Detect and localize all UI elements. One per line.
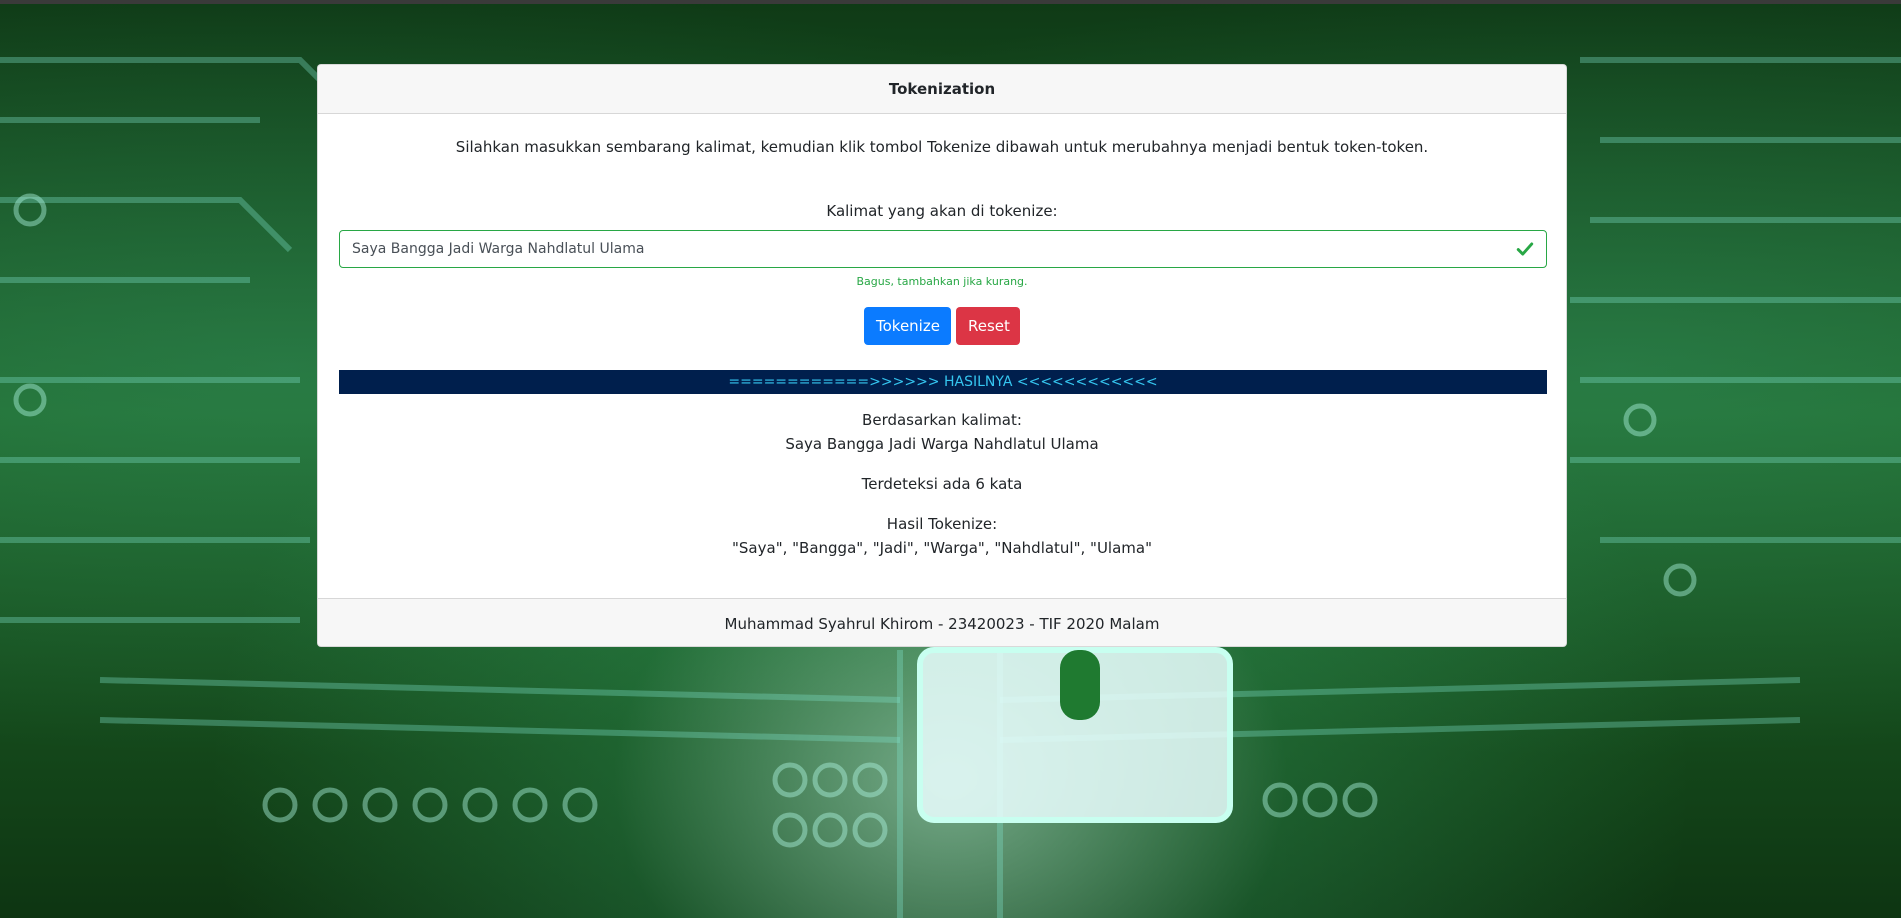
card-body: Silahkan masukkan sembarang kalimat, kem…	[318, 114, 1566, 598]
sentence-input[interactable]	[352, 241, 1516, 257]
based-on-sentence: Saya Bangga Jadi Warga Nahdlatul Ulama	[785, 435, 1099, 453]
card-footer: Muhammad Syahrul Khirom - 23420023 - TIF…	[318, 598, 1566, 646]
check-icon	[1516, 242, 1534, 256]
tokenization-card: Tokenization Silahkan masukkan sembarang…	[317, 64, 1567, 647]
based-on-label: Berdasarkan kalimat:	[862, 411, 1022, 429]
word-count-text: Terdeteksi ada 6 kata	[861, 475, 1023, 493]
reset-button[interactable]: Reset	[956, 307, 1020, 345]
sentence-input-wrapper	[339, 230, 1547, 268]
result-header-bar: ============>>>>>> HASILNYA <<<<<<<<<<<<	[339, 370, 1547, 394]
result-label: Hasil Tokenize:	[886, 515, 998, 533]
action-buttons: Tokenize Reset	[318, 307, 1566, 345]
input-label: Kalimat yang akan di tokenize:	[826, 202, 1058, 220]
valid-feedback: Bagus, tambahkan jika kurang.	[856, 275, 1028, 288]
browser-top-edge	[0, 0, 1901, 4]
tokenize-button[interactable]: Tokenize	[864, 307, 951, 345]
card-title: Tokenization	[318, 65, 1566, 114]
token-list: "Saya", "Bangga", "Jadi", "Warga", "Nahd…	[732, 539, 1152, 557]
intro-text: Silahkan masukkan sembarang kalimat, kem…	[455, 138, 1429, 156]
